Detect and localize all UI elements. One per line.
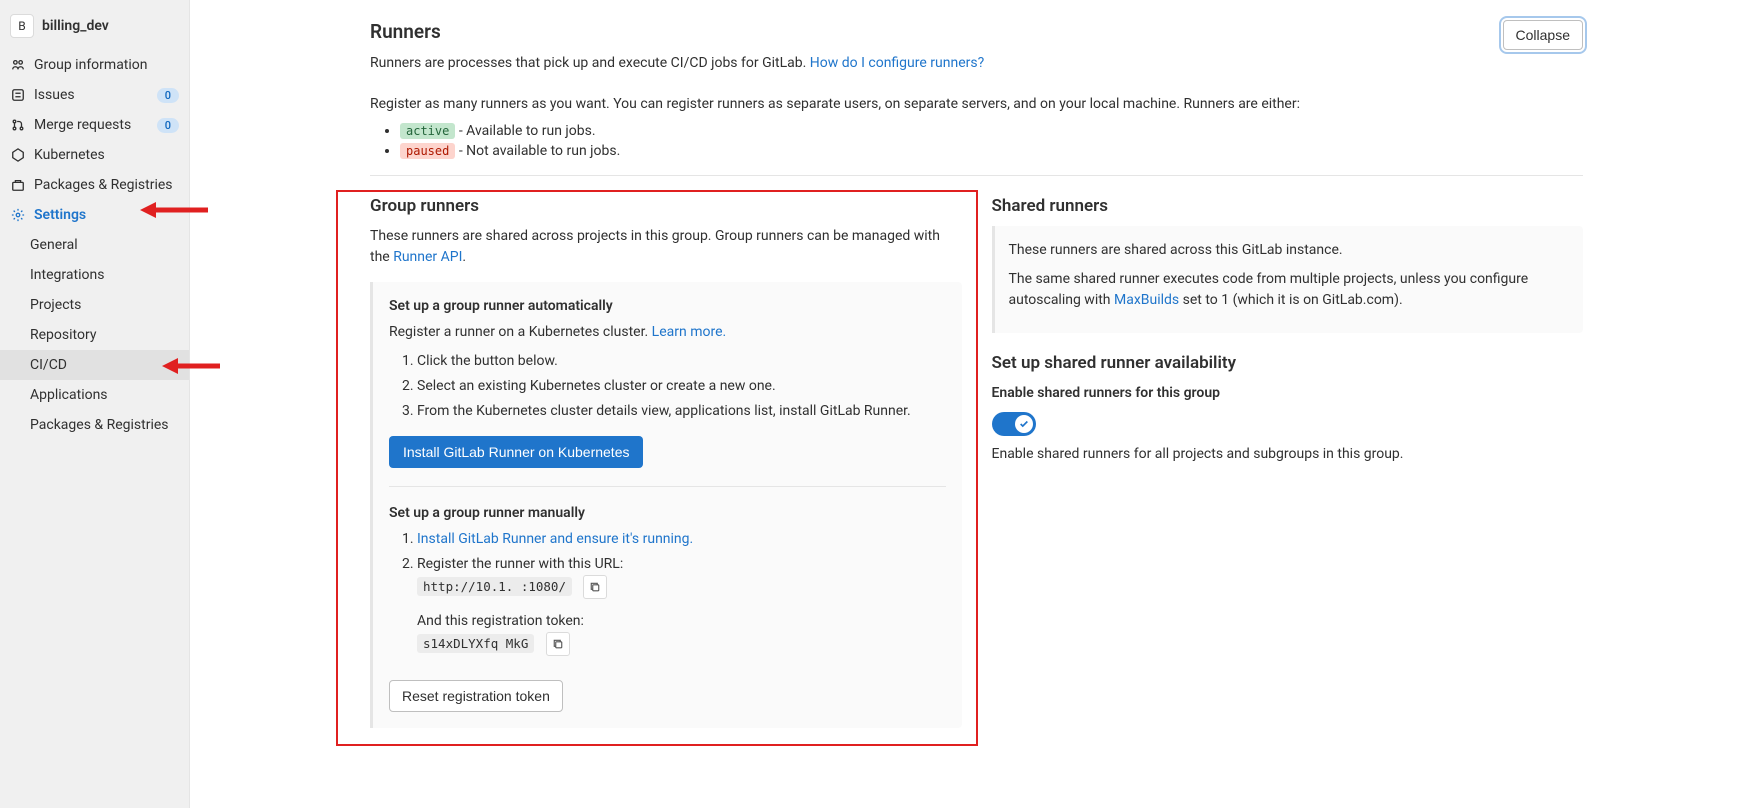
project-name: billing_dev bbox=[42, 18, 109, 34]
shared-info-2: The same shared runner executes code fro… bbox=[1009, 269, 1570, 311]
runners-intro: Runners are processes that pick up and e… bbox=[370, 53, 1503, 74]
manual-steps: Install GitLab Runner and ensure it's ru… bbox=[417, 529, 946, 656]
manual-setup-title: Set up a group runner manually bbox=[389, 505, 946, 521]
issues-icon bbox=[10, 87, 26, 103]
shared-info-1: These runners are shared across this Git… bbox=[1009, 240, 1570, 261]
nav-settings[interactable]: Settings bbox=[0, 200, 189, 230]
reset-token-button[interactable]: Reset registration token bbox=[389, 680, 563, 712]
token-label: And this registration token: bbox=[417, 613, 584, 629]
nav-label: Kubernetes bbox=[34, 147, 179, 163]
active-badge: active bbox=[400, 123, 455, 139]
nav-group-information[interactable]: Group information bbox=[0, 50, 189, 80]
state-active-item: active - Available to run jobs. bbox=[400, 123, 1583, 139]
nav-label: Packages & Registries bbox=[34, 177, 179, 193]
auto-step-2: Select an existing Kubernetes cluster or… bbox=[417, 376, 946, 397]
copy-token-button[interactable] bbox=[546, 632, 570, 656]
state-paused-item: paused - Not available to run jobs. bbox=[400, 143, 1583, 159]
nav-sub-repository[interactable]: Repository bbox=[0, 320, 189, 350]
enable-shared-toggle[interactable] bbox=[992, 412, 1036, 436]
group-runners-title: Group runners bbox=[370, 196, 962, 216]
merge-icon bbox=[10, 117, 26, 133]
nav-sub-projects[interactable]: Projects bbox=[0, 290, 189, 320]
shared-setup-title: Set up shared runner availability bbox=[992, 353, 1584, 373]
auto-step-1: Click the button below. bbox=[417, 351, 946, 372]
active-desc: - Available to run jobs. bbox=[455, 123, 595, 139]
nav-sub-label: CI/CD bbox=[30, 357, 67, 373]
main-content: Runners Runners are processes that pick … bbox=[190, 0, 1763, 808]
nav-label: Merge requests bbox=[34, 117, 149, 133]
paused-desc: - Not available to run jobs. bbox=[455, 143, 620, 159]
project-avatar: B bbox=[10, 14, 34, 38]
maxbuilds-link[interactable]: MaxBuilds bbox=[1114, 292, 1179, 308]
auto-step-3: From the Kubernetes cluster details view… bbox=[417, 401, 946, 422]
shared-runners-title: Shared runners bbox=[992, 196, 1584, 216]
nav-kubernetes[interactable]: Kubernetes bbox=[0, 140, 189, 170]
shared-info-2b: set to 1 (which it is on GitLab.com). bbox=[1179, 292, 1403, 308]
group-runners-desc: These runners are shared across projects… bbox=[370, 226, 962, 268]
package-icon bbox=[10, 177, 26, 193]
toggle-knob bbox=[1015, 415, 1033, 433]
manual-step-1: Install GitLab Runner and ensure it's ru… bbox=[417, 529, 946, 550]
enable-shared-label: Enable shared runners for this group bbox=[992, 383, 1584, 404]
project-header[interactable]: B billing_dev bbox=[0, 8, 189, 50]
group-icon bbox=[10, 57, 26, 73]
divider bbox=[370, 175, 1583, 176]
nav-sub-integrations[interactable]: Integrations bbox=[0, 260, 189, 290]
manual-step-2: Register the runner with this URL: http:… bbox=[417, 554, 946, 656]
register-text: Register as many runners as you want. Yo… bbox=[370, 94, 1583, 115]
settings-icon bbox=[10, 207, 26, 223]
manual-step2-text: Register the runner with this URL: bbox=[417, 556, 623, 572]
auto-steps: Click the button below. Select an existi… bbox=[417, 351, 946, 422]
paused-badge: paused bbox=[400, 143, 455, 159]
kubernetes-icon bbox=[10, 147, 26, 163]
nav-issues[interactable]: Issues 0 bbox=[0, 80, 189, 110]
nav-sub-packages[interactable]: Packages & Registries bbox=[0, 410, 189, 440]
auto-desc-text: Register a runner on a Kubernetes cluste… bbox=[389, 324, 652, 340]
enable-shared-desc: Enable shared runners for all projects a… bbox=[992, 444, 1584, 465]
inner-divider bbox=[389, 486, 946, 487]
group-runners-section: Group runners These runners are shared a… bbox=[370, 196, 962, 728]
nav-label: Issues bbox=[34, 87, 149, 103]
nav-packages[interactable]: Packages & Registries bbox=[0, 170, 189, 200]
configure-runners-link[interactable]: How do I configure runners? bbox=[810, 55, 984, 71]
auto-setup-desc: Register a runner on a Kubernetes cluste… bbox=[389, 322, 946, 343]
runner-states-list: active - Available to run jobs. paused -… bbox=[400, 123, 1583, 159]
auto-setup-title: Set up a group runner automatically bbox=[389, 298, 946, 314]
install-kubernetes-button[interactable]: Install GitLab Runner on Kubernetes bbox=[389, 436, 643, 468]
sidebar: B billing_dev Group information Issues 0… bbox=[0, 0, 190, 808]
issues-count-badge: 0 bbox=[157, 88, 179, 103]
shared-runners-section: Shared runners These runners are shared … bbox=[992, 196, 1584, 728]
learn-more-link[interactable]: Learn more. bbox=[652, 324, 727, 340]
runner-api-link[interactable]: Runner API bbox=[393, 249, 462, 265]
nav-sub-cicd[interactable]: CI/CD bbox=[0, 350, 189, 380]
registration-token-value: s14xDLYXfq MkG bbox=[417, 634, 534, 653]
copy-url-button[interactable] bbox=[583, 575, 607, 599]
nav-label: Settings bbox=[34, 207, 179, 223]
nav-merge-requests[interactable]: Merge requests 0 bbox=[0, 110, 189, 140]
runners-intro-text: Runners are processes that pick up and e… bbox=[370, 55, 810, 71]
nav-sub-applications[interactable]: Applications bbox=[0, 380, 189, 410]
mr-count-badge: 0 bbox=[157, 118, 179, 133]
setup-box: Set up a group runner automatically Regi… bbox=[370, 282, 962, 728]
runner-url-value: http://10.1. :1080/ bbox=[417, 577, 572, 596]
shared-runners-info: These runners are shared across this Git… bbox=[992, 226, 1584, 333]
install-runner-link[interactable]: Install GitLab Runner and ensure it's ru… bbox=[417, 531, 693, 547]
nav-sub-general[interactable]: General bbox=[0, 230, 189, 260]
collapse-button[interactable]: Collapse bbox=[1503, 20, 1583, 50]
runners-title: Runners bbox=[370, 20, 1503, 43]
nav-label: Group information bbox=[34, 57, 179, 73]
